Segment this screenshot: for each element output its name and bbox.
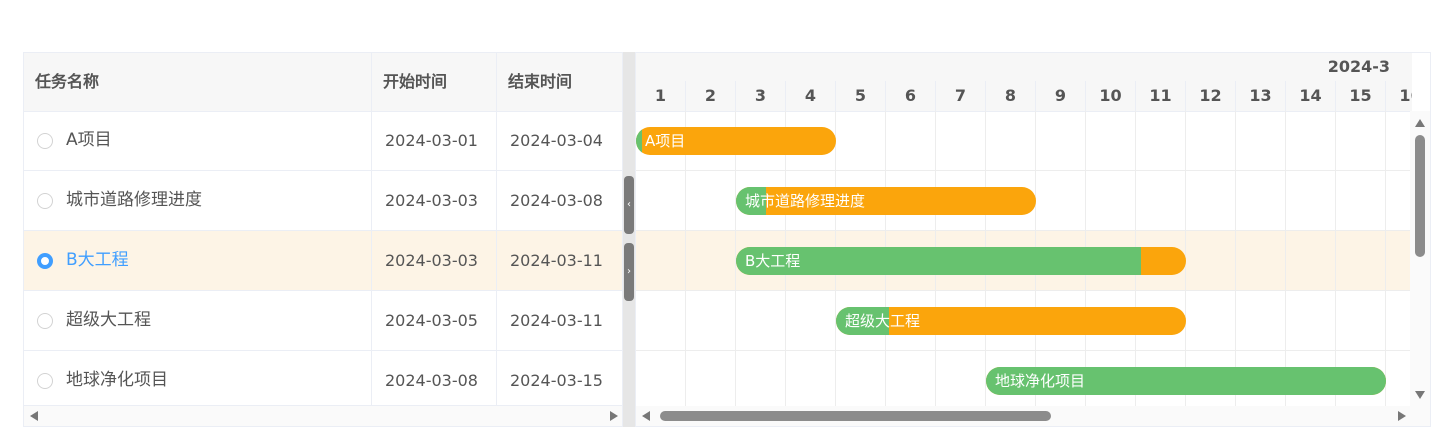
task-name: B大工程	[66, 250, 129, 270]
scroll-right-icon[interactable]	[1398, 411, 1406, 421]
radio-button[interactable]	[37, 193, 53, 209]
day-label: 1	[636, 81, 686, 111]
grid-column-line	[1385, 111, 1386, 407]
scrollbar-corner	[1410, 406, 1430, 426]
gantt-timeline: 2024-3 12345678910111213141516 A项目城市道路修理…	[635, 52, 1431, 427]
task-name-cell: 地球净化项目	[24, 351, 372, 410]
task-name-cell: A项目	[24, 111, 372, 170]
task-progress	[636, 127, 642, 155]
task-bar-label: 城市道路修理进度	[745, 192, 866, 210]
grid-column-line	[1285, 111, 1286, 407]
day-label: 4	[786, 81, 836, 111]
scroll-up-icon[interactable]	[1415, 119, 1425, 127]
timeline-header: 2024-3 12345678910111213141516	[636, 53, 1412, 112]
end-date-cell: 2024-03-08	[510, 191, 603, 210]
task-bar[interactable]: 地球净化项目	[986, 367, 1386, 395]
header-task-name[interactable]: 任务名称	[24, 53, 372, 111]
day-label: 6	[886, 81, 936, 111]
task-name-cell: 超级大工程	[24, 291, 372, 350]
start-date-cell: 2024-03-03	[372, 231, 497, 290]
grid-column-line	[1335, 111, 1336, 407]
task-table-header: 任务名称 开始时间 结束时间	[24, 53, 622, 112]
task-bar[interactable]: B大工程	[736, 247, 1186, 275]
end-date-cell: 2024-03-04	[510, 131, 603, 150]
timeline-vertical-scrollbar[interactable]	[1410, 111, 1430, 407]
end-date-cell: 2024-03-15	[510, 371, 603, 390]
task-name-cell: B大工程	[24, 231, 372, 290]
vertical-scroll-thumb[interactable]	[1415, 135, 1425, 257]
day-label: 14	[1286, 81, 1336, 111]
chevron-right-icon[interactable]: ›	[624, 243, 634, 301]
chevron-left-icon[interactable]: ‹	[624, 176, 634, 234]
task-bar-label: 地球净化项目	[995, 372, 1086, 390]
day-label: 10	[1086, 81, 1136, 111]
day-label: 8	[986, 81, 1036, 111]
end-date-cell: 2024-03-11	[510, 251, 603, 270]
day-label: 3	[736, 81, 786, 111]
day-label: 2	[686, 81, 736, 111]
end-date-cell: 2024-03-11	[510, 311, 603, 330]
grid-column-line	[1235, 111, 1236, 407]
radio-button-checked[interactable]	[37, 253, 53, 269]
pane-splitter[interactable]: ‹ ›	[623, 52, 635, 427]
day-label: 13	[1236, 81, 1286, 111]
task-bar[interactable]: 超级大工程	[836, 307, 1186, 335]
task-bar-label: B大工程	[745, 252, 801, 270]
table-row[interactable]: 地球净化项目 2024-03-08 2024-03-15	[24, 351, 622, 410]
header-end-time[interactable]: 结束时间	[497, 53, 622, 111]
scroll-down-icon[interactable]	[1415, 391, 1425, 399]
task-name-cell: 城市道路修理进度	[24, 171, 372, 230]
day-label: 16	[1386, 81, 1412, 111]
task-bar[interactable]: 城市道路修理进度	[736, 187, 1036, 215]
start-date-cell: 2024-03-03	[372, 171, 497, 230]
table-row[interactable]: 超级大工程 2024-03-05 2024-03-11	[24, 291, 622, 351]
scroll-right-icon[interactable]	[610, 411, 618, 421]
day-label: 12	[1186, 81, 1236, 111]
table-row-selected[interactable]: B大工程 2024-03-03 2024-03-11	[24, 231, 622, 291]
day-label: 15	[1336, 81, 1386, 111]
task-bar-label: 超级大工程	[845, 312, 921, 330]
grid-column-line	[685, 111, 686, 407]
timeline-body: A项目城市道路修理进度 B大工程超级大工程地球净化项目	[636, 111, 1412, 407]
header-start-time[interactable]: 开始时间	[372, 53, 497, 111]
day-label: 9	[1036, 81, 1086, 111]
task-name: 地球净化项目	[66, 370, 168, 390]
task-bar-label: A项目	[645, 132, 686, 150]
start-date-cell: 2024-03-05	[372, 291, 497, 350]
table-horizontal-scrollbar[interactable]	[24, 405, 622, 426]
radio-button[interactable]	[37, 373, 53, 389]
scroll-left-icon[interactable]	[642, 411, 650, 421]
start-date-cell: 2024-03-08	[372, 351, 497, 410]
scroll-left-icon[interactable]	[30, 411, 38, 421]
task-name: 超级大工程	[66, 310, 151, 330]
table-row[interactable]: A项目 2024-03-01 2024-03-04	[24, 111, 622, 171]
day-label: 11	[1136, 81, 1186, 111]
day-label: 5	[836, 81, 886, 111]
start-date-cell: 2024-03-01	[372, 111, 497, 170]
task-bar[interactable]: A项目	[636, 127, 836, 155]
gantt-chart: 任务名称 开始时间 结束时间 A项目 2024-03-01 2024-03-04…	[23, 52, 1431, 427]
task-table: 任务名称 开始时间 结束时间 A项目 2024-03-01 2024-03-04…	[23, 52, 623, 427]
horizontal-scroll-thumb[interactable]	[660, 411, 1051, 421]
radio-button[interactable]	[37, 313, 53, 329]
day-label: 7	[936, 81, 986, 111]
task-name: A项目	[66, 130, 112, 150]
month-label: 2024-3	[1327, 57, 1390, 76]
timeline-horizontal-scrollbar[interactable]	[636, 406, 1412, 426]
table-row[interactable]: 城市道路修理进度 2024-03-03 2024-03-08	[24, 171, 622, 231]
task-name: 城市道路修理进度	[66, 190, 202, 210]
radio-button[interactable]	[37, 133, 53, 149]
